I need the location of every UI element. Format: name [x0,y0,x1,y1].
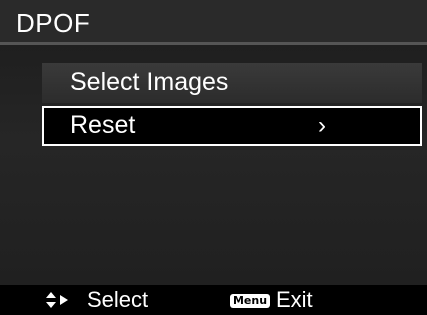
chevron-right-icon: › [318,112,326,139]
page-title: DPOF [16,8,91,38]
up-down-arrows-icon [46,292,68,308]
menu-item-label: Select Images [70,68,229,96]
title-bar: DPOF [0,0,427,45]
select-hint-label: Select [87,287,149,312]
camera-menu-screen: DPOF Select Images Reset › Select Menu E… [0,0,427,315]
exit-hint-label: Exit [276,287,313,312]
menu-key-icon: Menu [230,294,270,308]
menu-item-select-images[interactable]: Select Images [42,63,422,103]
menu-item-label: Reset [70,111,136,139]
menu-item-reset[interactable]: Reset › [42,106,422,146]
button-guide-footer: Select Menu Exit [0,285,427,315]
